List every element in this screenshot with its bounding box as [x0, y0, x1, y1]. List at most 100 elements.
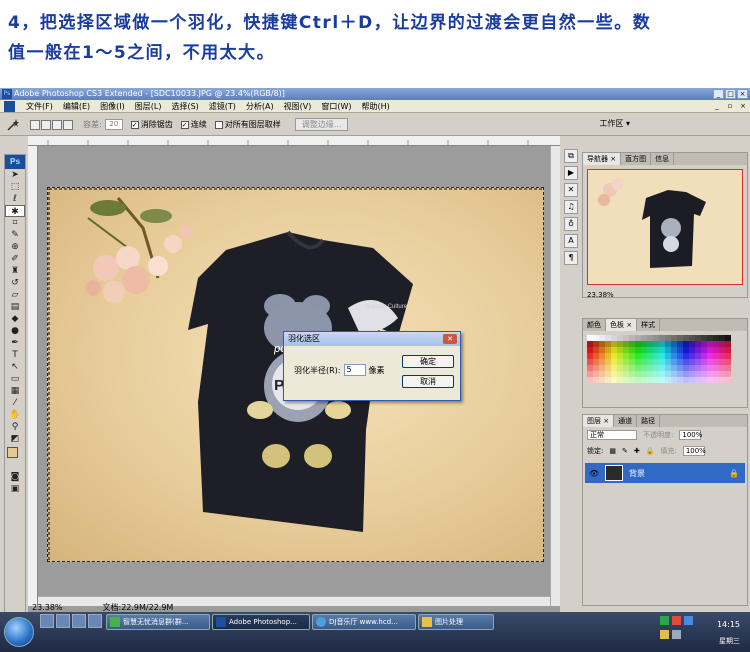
paragraph-panel-icon[interactable]: ¶: [564, 251, 578, 265]
default-colors-icon[interactable]: ◩: [5, 433, 25, 445]
character-panel-icon[interactable]: A: [564, 234, 578, 248]
antialias-checkbox[interactable]: ✓ 消除锯齿: [130, 119, 173, 130]
crop-tool-icon[interactable]: ⌗: [5, 217, 25, 229]
type-tool-icon[interactable]: T: [5, 349, 25, 361]
tolerance-input[interactable]: 20: [104, 119, 123, 130]
taskbar-item-picture-folder[interactable]: 图片处理: [418, 614, 494, 630]
color-swatch[interactable]: [725, 377, 731, 383]
taskbar-item-photoshop[interactable]: Adobe Photoshop...: [212, 614, 310, 630]
add-selection-mode-icon[interactable]: [41, 119, 51, 130]
opacity-input[interactable]: 100%: [679, 430, 702, 440]
tab-channels[interactable]: 通道: [614, 415, 638, 427]
zoom-level[interactable]: 23.38%: [32, 603, 63, 612]
doc-close-button[interactable]: ×: [738, 101, 748, 111]
move-tool-icon[interactable]: ➤: [5, 169, 25, 181]
dialog-close-button[interactable]: ✕: [443, 334, 457, 344]
menu-filter[interactable]: 滤镜(T): [204, 101, 241, 112]
tab-swatches[interactable]: 色板 ×: [606, 319, 638, 331]
lock-all-icon[interactable]: 🔒: [646, 447, 655, 455]
lasso-tool-icon[interactable]: ℓ: [5, 193, 25, 205]
marquee-tool-icon[interactable]: ⬚: [5, 181, 25, 193]
zoom-tool-icon[interactable]: ⚲: [5, 421, 25, 433]
screen-mode-icon[interactable]: ▣: [5, 483, 25, 495]
tray-network-icon[interactable]: [684, 616, 693, 625]
brush-tool-icon[interactable]: ✐: [5, 253, 25, 265]
fill-input[interactable]: 100%: [682, 446, 706, 456]
tab-info[interactable]: 信息: [651, 153, 675, 165]
cancel-button[interactable]: 取消: [402, 375, 454, 388]
menu-file[interactable]: 文件(F): [21, 101, 58, 112]
layer-row-background[interactable]: 👁 背景 🔒: [585, 463, 745, 483]
tab-histogram[interactable]: 直方图: [621, 153, 652, 165]
vertical-scrollbar[interactable]: [550, 146, 560, 606]
menu-edit[interactable]: 编辑(E): [58, 101, 95, 112]
stamp-tool-icon[interactable]: ♜: [5, 265, 25, 277]
hand-tool-icon[interactable]: ✋: [5, 409, 25, 421]
doc-restore-button[interactable]: ▫: [725, 101, 735, 111]
start-button[interactable]: [4, 617, 34, 647]
menu-analysis[interactable]: 分析(A): [241, 101, 279, 112]
taskbar-item-dj-music[interactable]: DJ音乐厅 www.hcd...: [312, 614, 416, 630]
magic-wand-tool-icon[interactable]: ✱: [5, 205, 25, 217]
intersect-selection-mode-icon[interactable]: [63, 119, 73, 130]
doc-minimize-button[interactable]: _: [712, 101, 722, 111]
ps-menu-icon[interactable]: [4, 100, 15, 112]
menu-image[interactable]: 图像(I): [95, 101, 130, 112]
history-panel-icon[interactable]: ⧉: [564, 149, 578, 163]
workspace-menu[interactable]: 工作区 ▾: [599, 118, 630, 129]
subtract-selection-mode-icon[interactable]: [52, 119, 62, 130]
actions-panel-icon[interactable]: ▶: [564, 166, 578, 180]
refine-edge-button[interactable]: 调整边缘...: [294, 118, 349, 131]
magic-wand-icon[interactable]: [6, 118, 20, 132]
feather-radius-input[interactable]: 5: [343, 364, 366, 376]
taskbar-item-qq-group[interactable]: 智慧无忧消息群(群...: [106, 614, 210, 630]
clock-time[interactable]: 14:15: [717, 620, 740, 629]
lock-position-icon[interactable]: ✚: [634, 447, 640, 455]
tab-navigator[interactable]: 导航器 ×: [583, 153, 622, 165]
lock-pixels-icon[interactable]: ✎: [622, 447, 628, 455]
shape-tool-icon[interactable]: ▭: [5, 373, 25, 385]
maximize-button[interactable]: □: [725, 89, 736, 99]
notes-tool-icon[interactable]: ▦: [5, 385, 25, 397]
media-player-icon[interactable]: [72, 614, 86, 628]
menu-help[interactable]: 帮助(H): [357, 101, 395, 112]
layer-name[interactable]: 背景: [629, 468, 645, 479]
quick-mask-icon[interactable]: ◙: [5, 471, 25, 483]
tray-im-icon[interactable]: [660, 630, 669, 639]
tab-styles[interactable]: 样式: [637, 319, 661, 331]
blend-mode-select[interactable]: 正常: [587, 430, 637, 440]
foreground-color-swatch[interactable]: [7, 447, 18, 458]
swatch-grid[interactable]: [587, 335, 743, 383]
eyedropper-tool-icon[interactable]: ⁄: [5, 397, 25, 409]
contiguous-checkbox[interactable]: ✓ 连续: [180, 119, 207, 130]
blur-tool-icon[interactable]: ◆: [5, 313, 25, 325]
path-select-tool-icon[interactable]: ↖: [5, 361, 25, 373]
new-selection-mode-icon[interactable]: [30, 119, 40, 130]
tray-antivirus-icon[interactable]: [672, 616, 681, 625]
lock-transparency-icon[interactable]: ▦: [609, 447, 616, 455]
clone-source-icon[interactable]: ♁: [564, 217, 578, 231]
menu-select[interactable]: 选择(S): [166, 101, 203, 112]
pen-tool-icon[interactable]: ✒: [5, 337, 25, 349]
brushes-panel-icon[interactable]: ♫: [564, 200, 578, 214]
menu-window[interactable]: 窗口(W): [316, 101, 356, 112]
slice-tool-icon[interactable]: ✎: [5, 229, 25, 241]
menu-view[interactable]: 视图(V): [279, 101, 317, 112]
menu-layer[interactable]: 图层(L): [130, 101, 167, 112]
tab-paths[interactable]: 路径: [637, 415, 661, 427]
document-size[interactable]: 文档:22.9M/22.9M: [103, 602, 174, 613]
history-brush-icon[interactable]: ↺: [5, 277, 25, 289]
tab-layers[interactable]: 图层 ×: [583, 415, 615, 427]
minimize-button[interactable]: _: [713, 89, 724, 99]
ok-button[interactable]: 确定: [402, 355, 454, 368]
tool-presets-icon[interactable]: ✕: [564, 183, 578, 197]
eraser-tool-icon[interactable]: ▱: [5, 289, 25, 301]
healing-tool-icon[interactable]: ⊕: [5, 241, 25, 253]
tray-volume-icon[interactable]: [672, 630, 681, 639]
all-layers-checkbox[interactable]: 对所有图层取样: [214, 119, 281, 130]
navigator-preview[interactable]: [587, 169, 743, 285]
gradient-tool-icon[interactable]: ▤: [5, 301, 25, 313]
ie-icon[interactable]: [56, 614, 70, 628]
layer-visibility-eye-icon[interactable]: 👁: [589, 469, 599, 478]
tray-app-icon[interactable]: [660, 616, 669, 625]
